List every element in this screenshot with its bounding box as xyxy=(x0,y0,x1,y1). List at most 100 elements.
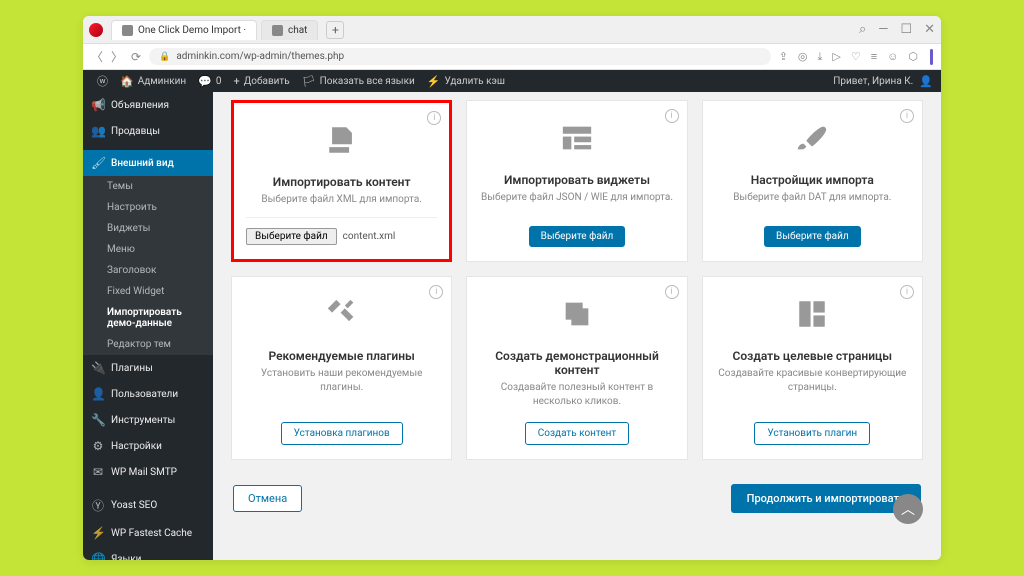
site-name[interactable]: 🏠Админкин xyxy=(114,75,192,88)
add-new[interactable]: +Добавить xyxy=(228,75,296,88)
sidebar-item-mail-smtp[interactable]: ✉WP Mail SMTP xyxy=(83,459,213,485)
sidebar-item-ads[interactable]: 📢Объявления xyxy=(83,92,213,118)
minimize-icon[interactable]: — xyxy=(878,22,888,37)
share-icon[interactable]: ⇪ xyxy=(779,50,788,64)
create-content-button[interactable]: Создать контент xyxy=(525,422,629,445)
profile-icon[interactable]: ☺ xyxy=(887,50,898,64)
browser-window: One Click Demo Import · chat + ⌕ — ☐ ✕ 〈… xyxy=(83,16,941,560)
sub-menus[interactable]: Меню xyxy=(83,239,213,260)
tab-favicon-icon xyxy=(272,25,283,36)
choose-file-button[interactable]: Выберите файл xyxy=(529,226,626,247)
url-field[interactable]: 🔒 adminkin.com/wp-admin/themes.php xyxy=(149,48,771,65)
sidebar-item-tools[interactable]: 🔧Инструменты xyxy=(83,407,213,433)
card-title: Создать целевые страницы xyxy=(715,349,910,363)
card-desc: Создавайте полезный контент в несколько … xyxy=(479,381,674,409)
browser-tab[interactable]: chat xyxy=(261,20,318,40)
sub-themes[interactable]: Темы xyxy=(83,176,213,197)
user-icon: 👤 xyxy=(91,387,105,401)
close-icon[interactable]: ✕ xyxy=(924,22,935,37)
brush-icon xyxy=(715,121,910,163)
sub-import-demo[interactable]: Импортировать демо-данные xyxy=(83,302,213,334)
card-customizer-import: i Настройщик импорта Выберите файл DAT д… xyxy=(702,100,923,262)
clear-cache[interactable]: ⚡Удалить кэш xyxy=(421,75,511,88)
footer-actions: Отмена Продолжить и импортировать xyxy=(231,474,923,523)
sidebar-item-sellers[interactable]: 👥Продавцы xyxy=(83,118,213,144)
menu-icon[interactable]: ≡ xyxy=(871,50,877,64)
card-desc: Выберите файл DAT для импорта. xyxy=(715,191,910,205)
maximize-icon[interactable]: ☐ xyxy=(900,22,912,37)
card-desc: Выберите файл JSON / WIE для импорта. xyxy=(479,191,674,205)
sidebar-item-appearance[interactable]: 🖌Внешний вид xyxy=(83,150,213,176)
mail-icon: ✉ xyxy=(91,465,105,479)
card-demo-content: i Создать демонстрационный контент Созда… xyxy=(466,276,687,460)
sidebar-item-languages[interactable]: 🌐Языки xyxy=(83,546,213,560)
install-plugins-button[interactable]: Установка плагинов xyxy=(281,422,403,445)
choose-file-button[interactable]: Выберите файл xyxy=(246,228,337,245)
sub-header[interactable]: Заголовок xyxy=(83,260,213,281)
gear-icon: ⚙ xyxy=(91,439,105,453)
reload-button[interactable]: ⟳ xyxy=(131,50,141,64)
download-icon[interactable]: ⤓ xyxy=(818,50,823,64)
info-icon[interactable]: i xyxy=(427,111,441,125)
scroll-to-top-button[interactable]: ︿ xyxy=(893,494,923,524)
sidebar-item-fastest-cache[interactable]: ⚡WP Fastest Cache xyxy=(83,520,213,546)
sub-customize[interactable]: Настроить xyxy=(83,197,213,218)
play-icon[interactable]: ▷ xyxy=(832,50,840,64)
copy-icon xyxy=(479,297,674,339)
comments-count[interactable]: 💬0 xyxy=(192,75,227,88)
url-text: adminkin.com/wp-admin/themes.php xyxy=(176,51,344,62)
wp-admin: ⓦ 🏠Админкин 💬0 +Добавить 🏳Показать все я… xyxy=(83,70,941,560)
opera-logo-icon xyxy=(89,23,103,37)
info-icon[interactable]: i xyxy=(900,285,914,299)
back-button[interactable]: 〈 xyxy=(91,48,103,65)
admin-sidebar: 📢Объявления 👥Продавцы 🖌Внешний вид Темы … xyxy=(83,70,213,560)
greeting[interactable]: Привет, Ирина К. xyxy=(833,76,913,87)
users-icon: 👥 xyxy=(91,124,105,138)
accent-bar xyxy=(930,49,933,65)
sub-fixed-widget[interactable]: Fixed Widget xyxy=(83,281,213,302)
layout-icon xyxy=(715,297,910,339)
tab-label: One Click Demo Import · xyxy=(138,25,246,36)
sidebar-item-users[interactable]: 👤Пользователи xyxy=(83,381,213,407)
info-icon[interactable]: i xyxy=(665,285,679,299)
cards-row-2: i Рекомендуемые плагины Установить наши … xyxy=(231,276,923,460)
sidebar-item-settings[interactable]: ⚙Настройки xyxy=(83,433,213,459)
info-icon[interactable]: i xyxy=(429,285,443,299)
search-icon[interactable]: ⌕ xyxy=(859,22,866,37)
lock-icon: 🔒 xyxy=(159,52,170,62)
card-desc: Создавайте красивые конвертирующие стран… xyxy=(715,367,910,395)
bolt-icon: ⚡ xyxy=(91,526,105,540)
install-plugin-button[interactable]: Установить плагин xyxy=(754,422,870,445)
sidebar-item-plugins[interactable]: 🔌Плагины xyxy=(83,355,213,381)
globe-icon: 🌐 xyxy=(91,552,105,560)
info-icon[interactable]: i xyxy=(665,109,679,123)
extensions-icon[interactable]: ⬡ xyxy=(908,50,918,64)
card-desc: Выберите файл XML для импорта. xyxy=(246,193,437,207)
card-title: Импортировать контент xyxy=(246,175,437,189)
wp-logo[interactable]: ⓦ xyxy=(91,73,114,89)
cancel-button[interactable]: Отмена xyxy=(233,485,302,512)
chosen-file-name: content.xml xyxy=(343,231,396,242)
main-content: i Импортировать контент Выберите файл XM… xyxy=(213,70,941,560)
card-desc: Установить наши рекомендуемые плагины. xyxy=(244,367,439,395)
tab-label: chat xyxy=(288,25,307,36)
sidebar-item-yoast[interactable]: ⓎYoast SEO xyxy=(83,491,213,520)
yoast-icon: Ⓨ xyxy=(91,497,105,514)
card-import-content: i Импортировать контент Выберите файл XM… xyxy=(231,100,452,262)
choose-file-button[interactable]: Выберите файл xyxy=(764,226,861,247)
wrench-icon: 🔧 xyxy=(91,413,105,427)
card-title: Настройщик импорта xyxy=(715,173,910,187)
sub-widgets[interactable]: Виджеты xyxy=(83,218,213,239)
new-tab-button[interactable]: + xyxy=(326,21,344,39)
card-recommended-plugins: i Рекомендуемые плагины Установить наши … xyxy=(231,276,452,460)
plug-check-icon xyxy=(244,297,439,339)
heart-icon[interactable]: ♡ xyxy=(851,50,861,64)
forward-button[interactable]: 〉 xyxy=(111,48,123,65)
camera-icon[interactable]: ◎ xyxy=(798,50,808,64)
sub-theme-editor[interactable]: Редактор тем xyxy=(83,334,213,355)
show-languages[interactable]: 🏳Показать все языки xyxy=(296,75,421,88)
info-icon[interactable]: i xyxy=(900,109,914,123)
avatar-icon[interactable]: 👤 xyxy=(919,75,933,88)
browser-tab-active[interactable]: One Click Demo Import · xyxy=(111,20,257,40)
card-title: Импортировать виджеты xyxy=(479,173,674,187)
